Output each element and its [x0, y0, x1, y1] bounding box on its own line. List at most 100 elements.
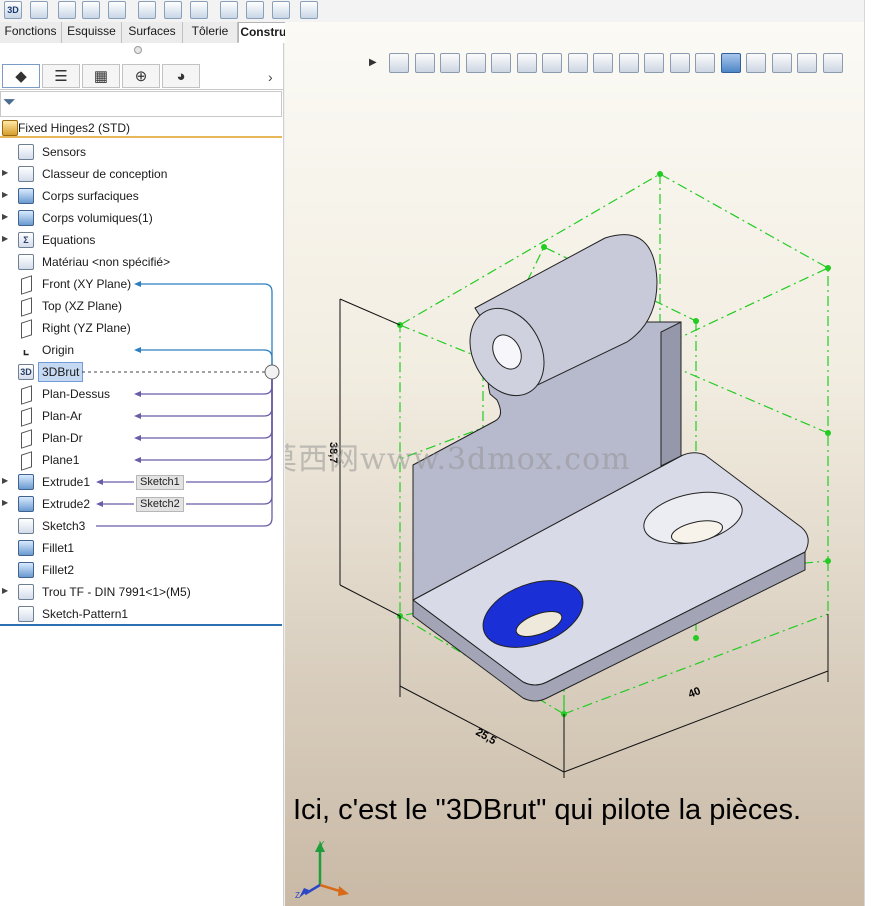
plane-icon [18, 408, 34, 424]
tree-item-label: Plan-Ar [42, 409, 83, 423]
tree-item-fillet2[interactable]: Fillet2 [0, 559, 282, 581]
3d-sketch-icon[interactable]: 3D [4, 1, 22, 19]
watermark-text: 莫西网www.3dmox.com [285, 442, 631, 477]
tree-item-plane1[interactable]: Plane1 [0, 449, 282, 471]
tree-item-label: Corps volumiques(1) [42, 211, 153, 225]
equations-icon: Σ [18, 232, 34, 248]
tree-item-label: Sketch3 [42, 519, 86, 533]
part-icon [2, 120, 18, 136]
sketch-tag: Sketch1 [136, 475, 184, 490]
tab-surfaces[interactable]: Surfaces [122, 22, 183, 43]
plane-icon [18, 386, 34, 402]
tree-item-label: Fillet1 [42, 541, 75, 555]
plane-icon [18, 298, 34, 314]
tree-item-label: Extrude1 [42, 475, 91, 489]
tree-item-plan-dessus[interactable]: Plan-Dessus [0, 383, 282, 405]
tree-item-label: Right (YZ Plane) [42, 321, 131, 335]
feature-icon[interactable] [108, 1, 126, 19]
tree-item-label: Matériau <non spécifié> [42, 255, 171, 269]
tree-filter-field[interactable]: ⏷ [0, 91, 282, 117]
feature-icon[interactable] [300, 1, 318, 19]
tree-item-plan-ar[interactable]: Plan-Ar [0, 405, 282, 427]
expand-icon[interactable]: ▶ [2, 586, 8, 595]
reference-triad: Y Z [295, 840, 349, 900]
sensors-icon [18, 144, 34, 160]
tree-item-label: Extrude2 [42, 497, 91, 511]
configuration-manager-icon[interactable]: ▦ [82, 64, 120, 88]
fillet-icon [18, 562, 34, 578]
part-icon[interactable] [30, 1, 48, 19]
dimension-width[interactable]: 40 [687, 685, 703, 701]
extrude-icon [18, 474, 34, 490]
filter-icon: ⏷ [3, 94, 16, 111]
sketch-pattern-icon [18, 606, 34, 622]
tree-item-corps-volumiques-1[interactable]: ▶ Corps volumiques(1) [0, 207, 282, 229]
tab-esquisse[interactable]: Esquisse [62, 22, 122, 43]
feature-icon[interactable] [220, 1, 238, 19]
expand-icon[interactable]: ▶ [2, 168, 8, 177]
tree-item-extrude1[interactable]: ▶ Extrude1 Sketch1 [0, 471, 282, 493]
hole-wizard-icon [18, 584, 34, 600]
tree-item-label: Trou TF - DIN 7991<1>(M5) [42, 585, 191, 599]
sketch-icon [18, 518, 34, 534]
plane-icon [18, 276, 34, 292]
panel-grip-handle[interactable] [134, 46, 142, 54]
expand-icon[interactable]: ▶ [2, 212, 8, 221]
tree-item-plan-dr[interactable]: Plan-Dr [0, 427, 282, 449]
feature-manager-icon[interactable]: ◆ [2, 64, 40, 88]
feature-icon[interactable] [246, 1, 264, 19]
expand-icon[interactable]: ▶ [2, 190, 8, 199]
tree-item-label: Corps surfaciques [42, 189, 139, 203]
graphics-area[interactable]: ▶ 38,7 25,5 40 莫西网www.3dmox.com Ici, c'e… [285, 22, 864, 906]
tree-item-label: Fillet2 [42, 563, 75, 577]
tree-item-label: Plane1 [42, 453, 80, 467]
feature-icon[interactable] [190, 1, 208, 19]
display-manager-icon[interactable]: ◕ [162, 64, 200, 88]
property-manager-icon[interactable]: ☰ [42, 64, 80, 88]
plane-icon [18, 320, 34, 336]
tree-item-sensors[interactable]: Sensors [0, 141, 282, 163]
tree-item-classeur-de-conception[interactable]: ▶ Classeur de conception [0, 163, 282, 185]
tree-item-sketch3[interactable]: Sketch3 [0, 515, 282, 537]
tree-item-corps-surfaciques[interactable]: ▶ Corps surfaciques [0, 185, 282, 207]
tree-item-label: Plan-Dessus [42, 387, 111, 401]
expand-icon[interactable]: ▶ [2, 476, 8, 485]
dimension-depth[interactable]: 25,5 [474, 726, 499, 747]
tree-item-right-yz-plane[interactable]: Right (YZ Plane) [0, 317, 282, 339]
tree-item-label: Plan-Dr [42, 431, 83, 445]
tree-item-label: Sensors [42, 145, 87, 159]
tree-item-label: Front (XY Plane) [42, 277, 132, 291]
design-binder-icon [18, 166, 34, 182]
tree-item-mat-riau-non-sp-cifi[interactable]: Matériau <non spécifié> [0, 251, 282, 273]
tree-item-equations[interactable]: ▶ Σ Equations [0, 229, 282, 251]
caption-text: Ici, c'est le "3DBrut" qui pilote la piè… [293, 794, 802, 826]
feature-icon[interactable] [164, 1, 182, 19]
plane-icon [18, 452, 34, 468]
solid-bodies-icon [18, 210, 34, 226]
tree-item-origin[interactable]: ⌞ Origin [0, 339, 282, 361]
panel-divider [0, 624, 282, 626]
feature-icon[interactable] [272, 1, 290, 19]
tab-tôlerie[interactable]: Tôlerie [183, 22, 238, 43]
task-pane-edge[interactable] [864, 0, 878, 906]
tree-item-3dbrut[interactable]: 3D 3DBrut [0, 361, 282, 383]
tree-item-top-xz-plane[interactable]: Top (XZ Plane) [0, 295, 282, 317]
tree-root[interactable]: Fixed Hinges2 (STD) [0, 118, 282, 138]
extrude-icon [18, 496, 34, 512]
expand-icon[interactable]: ▶ [2, 234, 8, 243]
feature-icon[interactable] [138, 1, 156, 19]
plane-icon [18, 430, 34, 446]
feature-icon[interactable] [82, 1, 100, 19]
tree-item-sketch-pattern1[interactable]: Sketch-Pattern1 [0, 603, 282, 625]
feature-manager-panel: ◆ ☰ ▦ ⊕ ◕ › ⏷ Fixed Hinges2 (STD) Sensors ▶ Cl… [0, 43, 284, 906]
panel-tabs-more-icon[interactable]: › [268, 69, 273, 85]
tree-item-trou-tf-din-7991-1-m5[interactable]: ▶ Trou TF - DIN 7991<1>(M5) [0, 581, 282, 603]
tree-item-fillet1[interactable]: Fillet1 [0, 537, 282, 559]
expand-icon[interactable]: ▶ [2, 498, 8, 507]
tab-fonctions[interactable]: Fonctions [0, 22, 62, 43]
dimxpert-icon[interactable]: ⊕ [122, 64, 160, 88]
tree-item-front-xy-plane[interactable]: Front (XY Plane) [0, 273, 282, 295]
feature-icon[interactable] [58, 1, 76, 19]
tree-item-label: Top (XZ Plane) [42, 299, 123, 313]
tree-item-extrude2[interactable]: ▶ Extrude2 Sketch2 [0, 493, 282, 515]
